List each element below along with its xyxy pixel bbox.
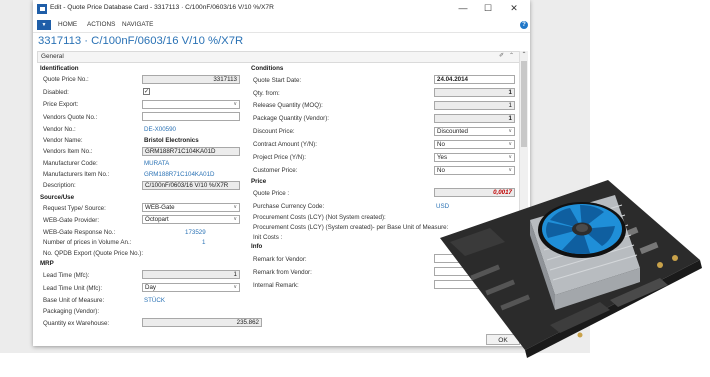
quote-start-date-field[interactable]: 24.04.2014 <box>434 75 515 84</box>
number-of-prices-link[interactable]: 1 <box>202 239 205 246</box>
project-price-label: Project Price (Y/N): <box>253 154 306 161</box>
release-qty-field[interactable]: 1 <box>434 101 515 110</box>
scroll-thumb[interactable] <box>521 61 527 147</box>
lead-time-label: Lead Time (Mfc): <box>43 272 90 279</box>
tab-actions[interactable]: ACTIONS <box>87 21 115 28</box>
quantity-ex-warehouse-label: Quantity ex Warehouse: <box>43 320 110 327</box>
ribbon-menu-button[interactable]: ▼ <box>37 20 51 30</box>
purchase-currency-label: Purchase Currency Code: <box>253 203 325 210</box>
tab-home[interactable]: HOME <box>58 21 77 28</box>
title-bar: Edit - Quote Price Database Card - 33171… <box>33 0 530 18</box>
general-fasttab-header[interactable]: General ✐ ⌃ <box>37 51 520 63</box>
remark-for-vendor-label: Remark for Vendor: <box>253 256 307 263</box>
package-qty-label: Package Quantity (Vendor): <box>253 115 330 122</box>
base-uom-label: Base Unit of Measure: <box>43 297 105 304</box>
package-qty-field[interactable]: 1 <box>434 114 515 123</box>
close-button[interactable]: ✕ <box>505 2 523 15</box>
minimize-button[interactable]: — <box>454 2 472 15</box>
lead-time-field[interactable]: 1 <box>142 270 240 279</box>
web-gate-response-label: WEB-Gate Response No.: <box>43 229 116 236</box>
discount-price-label: Discount Price: <box>253 128 295 135</box>
maximize-button[interactable]: ☐ <box>479 2 497 15</box>
tab-navigate[interactable]: NAVIGATE <box>122 21 153 28</box>
contract-amount-label: Contract Amount (Y/N): <box>253 141 317 148</box>
pin-icon[interactable]: ✐ <box>499 52 504 59</box>
section-source-use: Source/Use <box>40 194 75 201</box>
qty-from-label: Qty. from: <box>253 90 280 97</box>
vendors-quote-no-label: Vendors Quote No.: <box>43 114 98 121</box>
quote-price-label: Quote Price : <box>253 190 290 197</box>
quantity-ex-warehouse-field[interactable]: 235.862 <box>142 318 262 327</box>
section-info: Info <box>251 243 263 250</box>
remark-from-vendor-label: Remark from Vendor: <box>253 269 312 276</box>
vendor-name-value: Bristol Electronics <box>144 137 199 144</box>
request-type-select[interactable]: WEB-Gate <box>142 203 240 212</box>
discount-price-select[interactable]: Discounted <box>434 127 515 136</box>
contract-amount-select[interactable]: No <box>434 140 515 149</box>
request-type-label: Request Type/ Source: <box>43 205 106 212</box>
page-title: 3317113 · C/100nF/0603/16 V/10 %/X7R <box>38 35 244 47</box>
web-gate-response-link[interactable]: 173529 <box>185 229 206 236</box>
lead-time-unit-label: Lead Time Unit (Mfc): <box>43 285 103 292</box>
manufacturer-code-label: Manufacturer Code: <box>43 160 98 167</box>
section-mrp: MRP <box>40 260 54 267</box>
ribbon: ▼ HOME ACTIONS NAVIGATE ? <box>33 18 530 33</box>
quote-start-date-label: Quote Start Date: <box>253 77 302 84</box>
lead-time-unit-select[interactable]: Day <box>142 283 240 292</box>
qpdb-export-label: No. QPDB Export (Quote Price No.): <box>43 250 144 257</box>
description-label: Description: <box>43 182 76 189</box>
chevron-up-icon[interactable]: ⌃ <box>520 51 528 59</box>
procurement-costs-sys-label: Procurement Costs (LCY) (System created)… <box>253 224 449 231</box>
disabled-label: Disabled: <box>43 89 69 96</box>
price-export-label: Price Export: <box>43 101 79 108</box>
internal-remark-label: Internal Remark: <box>253 282 299 289</box>
vendors-item-no-label: Vendors Item No.: <box>43 148 93 155</box>
manufacturer-code-link[interactable]: MURATA <box>144 160 169 167</box>
packaging-label: Packaging (Vendor): <box>43 308 100 315</box>
quote-price-no-label: Quote Price No.: <box>43 76 89 83</box>
qty-from-field[interactable]: 1 <box>434 88 515 97</box>
manufacturers-item-no-label: Manufacturers Item No.: <box>43 171 110 178</box>
number-of-prices-label: Number of prices in Volume An.: <box>43 239 132 246</box>
description-field[interactable]: C/100nF/0603/16 V/10 %/X7R <box>142 181 240 190</box>
app-icon <box>37 4 47 14</box>
manufacturers-item-no-link[interactable]: GRM188R71C104KA01D <box>144 171 215 178</box>
help-icon[interactable]: ? <box>520 21 528 29</box>
procurement-costs-label: Procurement Costs (LCY) (Not System crea… <box>253 214 386 221</box>
web-gate-provider-label: WEB-Gate Provider: <box>43 217 100 224</box>
collapse-icon[interactable]: ⌃ <box>509 52 514 59</box>
section-identification: Identification <box>40 65 79 72</box>
cpu-cooler-motherboard-image <box>440 180 702 358</box>
quote-price-no-field[interactable]: 3317113 <box>142 75 240 84</box>
base-uom-link[interactable]: STÜCK <box>144 297 165 304</box>
customer-price-label: Customer Price: <box>253 167 298 174</box>
disabled-checkbox[interactable]: ✓ <box>143 88 150 95</box>
general-label: General <box>41 53 64 60</box>
section-conditions: Conditions <box>251 65 284 72</box>
vendors-item-no-field[interactable]: GRM188R71C104KA01D <box>142 147 240 156</box>
window-title: Edit - Quote Price Database Card - 33171… <box>50 4 274 11</box>
vendor-name-label: Vendor Name: <box>43 137 83 144</box>
web-gate-provider-select[interactable]: Octopart <box>142 215 240 224</box>
release-qty-label: Release Quantity (MOQ): <box>253 102 323 109</box>
price-export-select[interactable] <box>142 100 240 109</box>
section-price: Price <box>251 178 267 185</box>
vendors-quote-no-field[interactable] <box>142 112 240 121</box>
vendor-no-link[interactable]: DE-X00590 <box>144 126 176 133</box>
init-costs-label: Init Costs : <box>253 234 283 241</box>
vendor-no-label: Vendor No.: <box>43 126 76 133</box>
